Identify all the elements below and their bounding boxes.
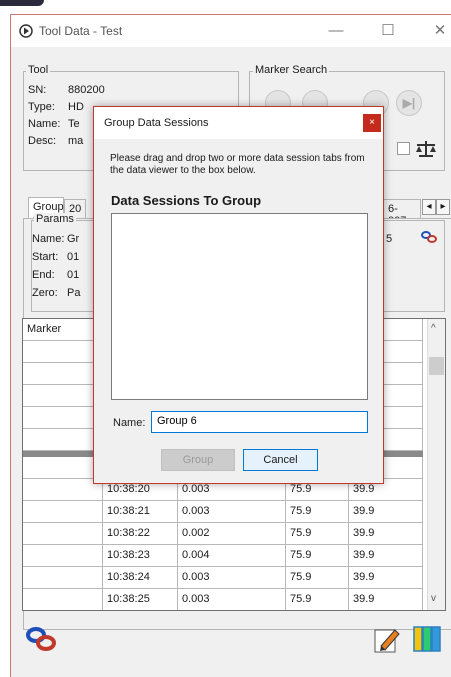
last-marker-button[interactable]: ▶| [396,90,422,116]
sn-value: 880200 [68,84,105,96]
table-row[interactable]: 10:38:24 0.003 75.9 39.9 [23,567,423,589]
cancel-button[interactable]: Cancel [243,449,318,471]
param-start-value: 01 [67,251,80,263]
table-cell [23,567,103,589]
link-sessions-icon[interactable] [26,626,56,655]
param-name-label: Name: [32,233,65,245]
table-cell [23,457,103,479]
top-strip [0,0,451,14]
table-cell: 39.9 [349,567,423,589]
table-cell: 10:38:23 [103,545,178,567]
tab-session-right[interactable]: 6-007 [383,199,421,227]
table-cell: 75.9 [286,545,349,567]
dialog-heading: Data Sessions To Group [111,193,262,208]
desc-label: Desc: [28,135,57,147]
scroll-up-icon[interactable]: ^ [431,323,436,334]
group-data-sessions-dialog: Group Data Sessions × Please drag and dr… [93,106,384,484]
table-cell [23,363,103,385]
table-cell: 75.9 [286,589,349,610]
table-cell [23,501,103,523]
marker-checkbox[interactable] [397,142,410,155]
table-cell [23,545,103,567]
table-cell [23,429,103,451]
table-cell [23,523,103,545]
tab-scroll-right-button[interactable]: ▸ [436,199,450,215]
tool-group-label: Tool [26,64,51,76]
marker-search-label: Marker Search [253,64,330,76]
table-cell: 75.9 [286,567,349,589]
group-button[interactable]: Group [161,449,235,471]
table-cell: 10:38:25 [103,589,178,610]
table-cell: 39.9 [349,523,423,545]
col-marker-header[interactable]: Marker [23,319,103,341]
edit-icon[interactable] [373,626,401,657]
desc-value: ma [68,135,84,147]
group-name-input[interactable]: Group 6 [151,411,368,433]
param-zero-label: Zero: [32,287,58,299]
table-cell: 39.9 [349,501,423,523]
table-row[interactable]: 10:38:22 0.002 75.9 39.9 [23,523,423,545]
type-value: HD [68,101,84,113]
table-cell: 10:38:21 [103,501,178,523]
table-row[interactable]: 10:38:25 0.003 75.9 39.9 [23,589,423,610]
table-cell: 75.9 [286,523,349,545]
tool-name-value: Te [68,118,80,130]
dialog-close-button[interactable]: × [363,114,381,132]
maximize-button[interactable]: ☐ [373,19,403,43]
table-cell [23,385,103,407]
table-cell: 75.9 [286,501,349,523]
tool-name-label: Name: [28,118,61,130]
title-bar: Tool Data - Test — ☐ ✕ [11,15,451,47]
scroll-thumb[interactable] [429,357,444,375]
sn-label: SN: [28,84,47,96]
app-icon [19,24,33,38]
param-end-value: 01 [67,269,80,281]
close-button[interactable]: ✕ [425,19,451,43]
table-cell [23,479,103,501]
dialog-title: Group Data Sessions [104,117,209,129]
table-cell [23,407,103,429]
columns-icon[interactable] [412,624,442,657]
window-title: Tool Data - Test [39,24,123,38]
table-cell: 39.9 [349,545,423,567]
dialog-instructions: Please drag and drop two or more data se… [110,153,365,176]
link-icon[interactable] [421,230,437,247]
table-cell: 10:38:22 [103,523,178,545]
table-cell [23,589,103,610]
table-cell: 39.9 [349,589,423,610]
scale-icon[interactable] [415,139,437,162]
param-right-value: 5 [386,233,393,245]
scroll-down-icon[interactable]: v [431,593,436,604]
param-start-label: Start: [32,251,59,263]
param-end-label: End: [32,269,55,281]
table-cell: 0.002 [178,523,286,545]
minimize-button[interactable]: — [321,19,351,43]
tab-scroll-left-button[interactable]: ◂ [422,199,436,215]
table-row[interactable]: 10:38:21 0.003 75.9 39.9 [23,501,423,523]
table-cell [23,341,103,363]
session-drop-box[interactable] [111,213,368,400]
table-cell: 0.003 [178,567,286,589]
type-label: Type: [28,101,55,113]
table-cell: 0.003 [178,501,286,523]
grid-scrollbar[interactable]: ^ v [427,319,445,610]
params-label: Params [34,213,76,225]
param-zero-value: Pa [67,287,81,299]
param-name-value: Gr [67,233,80,245]
dialog-name-label: Name: [113,417,146,429]
table-row[interactable]: 10:38:23 0.004 75.9 39.9 [23,545,423,567]
table-cell: 10:38:24 [103,567,178,589]
table-cell: 0.004 [178,545,286,567]
table-cell: 0.003 [178,589,286,610]
